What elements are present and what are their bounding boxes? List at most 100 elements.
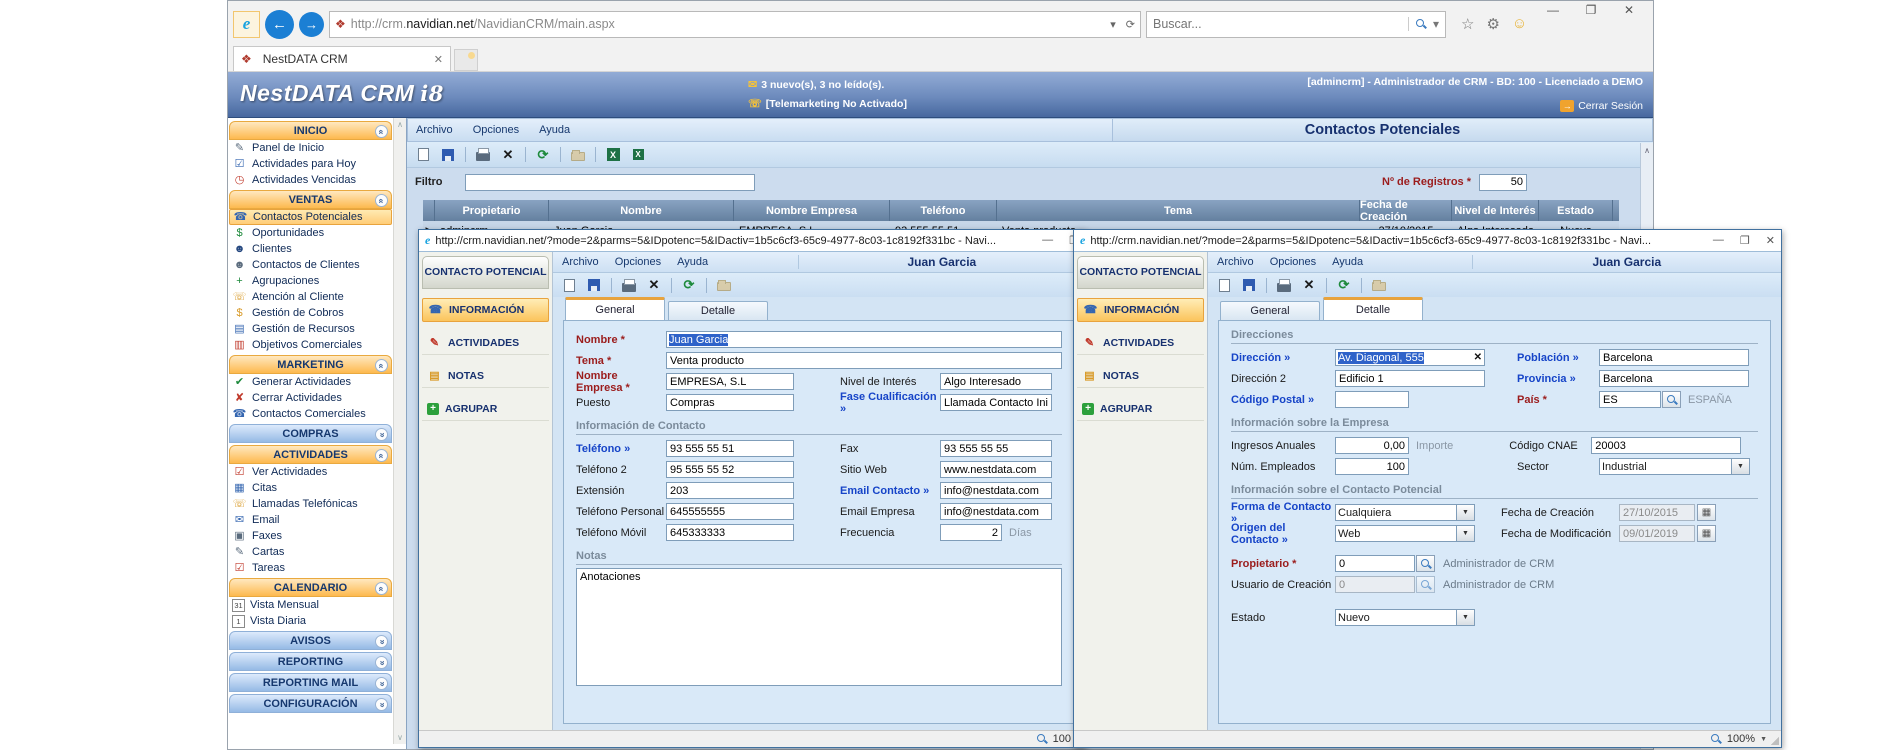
minimize-button[interactable]: —: [1535, 1, 1571, 20]
origen-contacto-select[interactable]: Web: [1335, 525, 1457, 542]
sidebar-item-contactos-potenciales[interactable]: ☎Contactos Potenciales: [229, 209, 392, 225]
email-contacto-input[interactable]: [940, 482, 1052, 499]
search-caret-icon[interactable]: ▾: [1433, 17, 1439, 31]
tab-general[interactable]: General: [1220, 301, 1320, 320]
popup2-titlebar[interactable]: e http://crm.navidian.net/?mode=2&parms=…: [1074, 230, 1781, 252]
sidebar-item-faxes[interactable]: ▣Faxes: [229, 528, 392, 544]
sidebar-item-gestion-de-cobros[interactable]: $Gestión de Cobros: [229, 305, 392, 321]
sidebar-item-contactos-de-clientes[interactable]: ☻Contactos de Clientes: [229, 257, 392, 273]
menu-opciones[interactable]: Opciones: [473, 124, 519, 136]
sidebar-item-atencion-al-cliente[interactable]: ☏Atención al Cliente: [229, 289, 392, 305]
save-button[interactable]: [437, 145, 459, 165]
tab-general[interactable]: General: [565, 297, 665, 320]
origen-contacto-link[interactable]: Origen del Contacto »: [1231, 522, 1335, 546]
feedback-smiley-icon[interactable]: ☺: [1512, 15, 1527, 33]
nav-item-notas[interactable]: ▤NOTAS: [422, 364, 549, 388]
notas-textarea[interactable]: Anotaciones: [576, 568, 1062, 686]
provincia-link[interactable]: Provincia »: [1517, 373, 1599, 385]
sidebar-section-inicio[interactable]: INICIO«: [229, 121, 392, 140]
popup-restore-button[interactable]: ❐: [1740, 234, 1750, 247]
col-tema[interactable]: Tema: [997, 200, 1360, 221]
telefono-movil-input[interactable]: [666, 524, 794, 541]
sidebar-section-reporting[interactable]: REPORTING«: [229, 652, 392, 671]
sidebar-section-marketing[interactable]: MARKETING«: [229, 355, 392, 374]
direccion-link[interactable]: Dirección »: [1231, 352, 1335, 364]
address-bar[interactable]: ❖ http://crm.navidian.net/NavidianCRM/ma…: [329, 11, 1141, 38]
new-record-button[interactable]: [1213, 275, 1235, 295]
expand-icon[interactable]: «: [375, 635, 388, 648]
menu-archivo[interactable]: Archivo: [416, 124, 453, 136]
sidebar-item-clientes[interactable]: ☻Clientes: [229, 241, 392, 257]
menu-opciones[interactable]: Opciones: [615, 256, 661, 268]
logout-link[interactable]: →Cerrar Sesión: [1560, 100, 1643, 112]
zoom-level[interactable]: 100: [1053, 733, 1071, 745]
collapse-icon[interactable]: «: [375, 359, 388, 372]
settings-gear-icon[interactable]: ⚙: [1486, 15, 1499, 33]
col-nombre[interactable]: Nombre: [549, 200, 734, 221]
sector-select[interactable]: Industrial: [1599, 458, 1732, 475]
print-button[interactable]: [1273, 275, 1295, 295]
sector-dropdown-icon[interactable]: ▼: [1732, 458, 1750, 475]
refresh-button[interactable]: ⟳: [1333, 275, 1355, 295]
col-nivel-interes[interactable]: Nivel de Interés: [1452, 200, 1539, 221]
sidebar-item-contactos-comerciales[interactable]: ☎Contactos Comerciales: [229, 406, 392, 422]
menu-opciones[interactable]: Opciones: [1270, 256, 1316, 268]
scroll-up-icon[interactable]: ∧: [394, 120, 406, 129]
telefono-personal-input[interactable]: [666, 503, 794, 520]
provincia-input[interactable]: [1599, 370, 1749, 387]
clear-field-icon[interactable]: ✕: [1474, 352, 1482, 363]
col-fecha-creacion[interactable]: Fecha de Creación: [1360, 200, 1452, 221]
calendar-button[interactable]: ▦: [1697, 525, 1716, 542]
nivel-interes-input[interactable]: [940, 373, 1052, 390]
menu-archivo[interactable]: Archivo: [1217, 256, 1254, 268]
puesto-input[interactable]: [666, 394, 794, 411]
refresh-icon[interactable]: ⟳: [1126, 18, 1135, 31]
delete-button[interactable]: ✕: [643, 275, 665, 295]
fase-cualificacion-input[interactable]: [940, 394, 1052, 411]
frecuencia-input[interactable]: [940, 524, 1002, 541]
menu-archivo[interactable]: Archivo: [562, 256, 599, 268]
sidebar-item-generar-actividades[interactable]: ✔Generar Actividades: [229, 374, 392, 390]
codigo-postal-input[interactable]: [1335, 391, 1409, 408]
popup-minimize-button[interactable]: —: [1713, 234, 1724, 247]
expand-icon[interactable]: «: [375, 428, 388, 441]
nav-item-informacion[interactable]: ☎INFORMACIÓN: [422, 298, 549, 322]
sidebar-item-vista-mensual[interactable]: 31Vista Mensual: [229, 597, 392, 613]
cnae-input[interactable]: [1591, 437, 1741, 454]
sidebar-section-calendario[interactable]: CALENDARIO«: [229, 578, 392, 597]
refresh-button[interactable]: ⟳: [678, 275, 700, 295]
origen-dropdown-icon[interactable]: ▼: [1457, 525, 1475, 542]
notification-telemarketing[interactable]: ☏[Telemarketing No Activado]: [748, 95, 907, 114]
sidebar-item-email[interactable]: ✉Email: [229, 512, 392, 528]
export-excel-button[interactable]: X: [602, 145, 624, 165]
resize-grip[interactable]: [1771, 737, 1779, 745]
sidebar-item-agrupaciones[interactable]: +Agrupaciones: [229, 273, 392, 289]
sidebar-section-actividades[interactable]: ACTIVIDADES«: [229, 445, 392, 464]
search-input[interactable]: [1153, 17, 1404, 31]
sidebar-section-avisos[interactable]: AVISOS«: [229, 631, 392, 650]
delete-button[interactable]: ✕: [1298, 275, 1320, 295]
telefono-input[interactable]: [666, 440, 794, 457]
nav-item-actividades[interactable]: ✎ACTIVIDADES: [1077, 331, 1204, 355]
pais-input[interactable]: [1599, 391, 1661, 408]
new-record-button[interactable]: [558, 275, 580, 295]
close-button[interactable]: ✕: [1611, 1, 1647, 20]
zoom-level[interactable]: 100%: [1727, 733, 1755, 745]
direccion2-input[interactable]: [1335, 370, 1485, 387]
scroll-up-icon[interactable]: ∧: [1641, 146, 1653, 155]
sidebar-item-vista-diaria[interactable]: 1Vista Diaria: [229, 613, 392, 629]
save-button[interactable]: [1238, 275, 1260, 295]
sidebar-item-cartas[interactable]: ✎Cartas: [229, 544, 392, 560]
sidebar-section-ventas[interactable]: VENTAS«: [229, 190, 392, 209]
browser-search-box[interactable]: ▾: [1146, 11, 1446, 38]
sidebar-item-citas[interactable]: ▦Citas: [229, 480, 392, 496]
export-excel-all-button[interactable]: X: [627, 145, 649, 165]
collapse-icon[interactable]: «: [375, 125, 388, 138]
extension-input[interactable]: [666, 482, 794, 499]
collapse-icon[interactable]: «: [375, 449, 388, 462]
attach-button[interactable]: [1368, 275, 1390, 295]
menu-ayuda[interactable]: Ayuda: [539, 124, 570, 136]
sidebar-item-oportunidades[interactable]: $Oportunidades: [229, 225, 392, 241]
email-contacto-link[interactable]: Email Contacto »: [840, 485, 940, 497]
menu-ayuda[interactable]: Ayuda: [1332, 256, 1363, 268]
